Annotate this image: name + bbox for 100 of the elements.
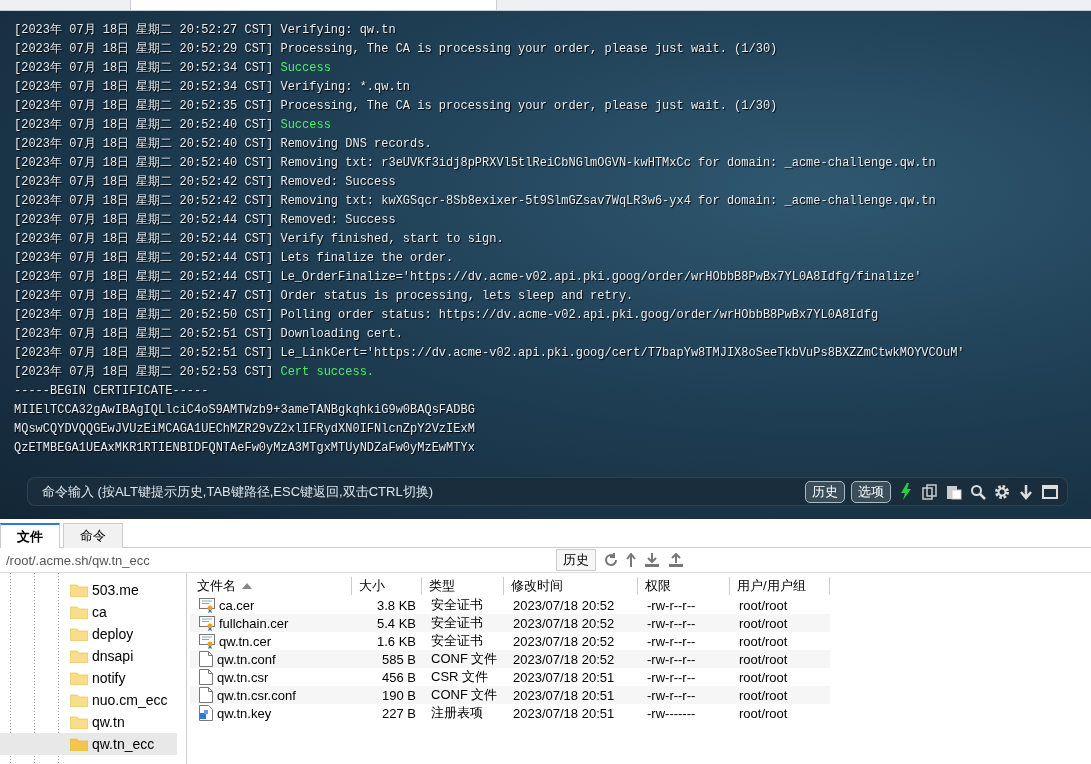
log-line: [2023年 07月 18日 星期二 20:52:34 CST] Success [14, 60, 332, 77]
log-line: [2023年 07月 18日 星期二 20:52:27 CST] Verifying: qw.tn [14, 22, 397, 39]
table-cell-text: -rw-r--r-- [646, 615, 697, 631]
table-cell-text: 2023/07/18 20:51 [512, 669, 616, 685]
table-cell-text: CSR 文件 [430, 668, 490, 686]
tree-item[interactable]: ca [0, 601, 177, 623]
log-line: [2023年 07月 18日 星期二 20:52:44 CST] Lets finalize the order. [14, 250, 455, 267]
table-cell-text: root/root [738, 669, 789, 685]
log-line: [2023年 07月 18日 星期二 20:52:44 CST] Removed: Success [14, 212, 397, 229]
folder-icon [70, 737, 88, 751]
table-cell-text: 2023/07/18 20:51 [512, 687, 616, 703]
tree-item[interactable]: 503.me [0, 579, 177, 601]
table-cell-text: CONF 文件 [430, 686, 499, 704]
tree-item[interactable]: qw.tn_ecc [0, 733, 177, 755]
table-cell-text: -rw-r--r-- [646, 597, 697, 613]
column-header[interactable]: 类型 [422, 577, 504, 595]
tree-item[interactable]: dnsapi [0, 645, 177, 667]
table-cell-text: 1.6 KB [375, 633, 417, 649]
panel-tab[interactable]: 命令 [63, 523, 123, 548]
table-cell: qw.tn.csr.conf [217, 687, 296, 703]
file-row[interactable]: qw.tn.csr.conf 190 B CONF 文件 2023/07/18 20:51 -rw-r--r-- root/root [190, 686, 830, 704]
table-cell-text: -rw-r--r-- [646, 669, 697, 685]
table-cell-text: 2023/07/18 20:52 [512, 615, 616, 631]
log-line: [2023年 07月 18日 星期二 20:52:29 CST] Processing, The CA is processing your order, please just wait. (1/30) [14, 41, 779, 58]
table-cell: fullchain.cer [219, 615, 289, 631]
log-line: [2023年 07月 18日 星期二 20:52:34 CST] Verifying: *.qw.tn [14, 79, 412, 96]
table-cell-text: root/root [738, 705, 789, 721]
folder-icon [70, 605, 88, 619]
certificate-line: QzETMBEGA1UEAxMKR1RTIENBIDFQNTAeFw0yMzA3MTgxMTUyNDZaFw0yMzEwMTYx [14, 440, 476, 457]
table-cell: qw.tn.conf [217, 651, 276, 667]
log-line: [2023年 07月 18日 星期二 20:52:44 CST] Verify finished, start to sign. [14, 231, 505, 248]
table-cell-text: root/root [738, 615, 789, 631]
table-cell: qw.tn.key [217, 705, 272, 721]
column-header[interactable]: 用户/用户组 [730, 577, 830, 595]
file-row[interactable]: qw.tn.cer 1.6 KB 安全证书 2023/07/18 20:52 -rw-r--r-- root/root [190, 632, 830, 650]
sort-ascending-icon [242, 583, 252, 589]
log-line: [2023年 07月 18日 星期二 20:52:42 CST] Removing txt: kwXGSqcr-8Sb8exixer-5t9SlmGZsav7WqLR3w6-yx4 for domain: _acme-challenge.qw.tn [14, 193, 937, 210]
file-row[interactable]: qw.tn.conf 585 B CONF 文件 2023/07/18 20:52 -rw-r--r-- root/root [190, 650, 830, 668]
folder-icon [70, 693, 88, 707]
tree-item[interactable]: deploy [0, 623, 177, 645]
upload-icon[interactable] [668, 553, 684, 567]
log-line: [2023年 07月 18日 星期二 20:52:51 CST] Downloading cert. [14, 326, 404, 343]
history-button[interactable]: 历史 [556, 549, 596, 571]
column-header[interactable]: 大小 [352, 577, 422, 595]
download-icon[interactable] [644, 553, 660, 567]
file-row[interactable]: ca.cer 3.8 KB 安全证书 2023/07/18 20:52 -rw-r--r-- root/root [190, 596, 830, 614]
table-cell-text: 227 B [381, 705, 417, 721]
folder-icon [70, 627, 88, 641]
column-header[interactable]: 权限 [638, 577, 730, 595]
table-cell-text: 190 B [381, 687, 417, 703]
certificate-line: MIIElTCCA32gAwIBAgIQLlciC4oS9AMTWzb9+3ameTANBgkqhkiG9w0BAQsFADBG [14, 402, 476, 419]
table-cell-text: 5.4 KB [375, 615, 417, 631]
table-cell-text: 安全证书 [430, 614, 484, 632]
column-header[interactable]: 修改时间 [504, 577, 638, 595]
table-cell-text: -rw-r--r-- [646, 633, 697, 649]
file-icon [199, 669, 213, 685]
folder-icon [70, 583, 88, 597]
table-cell-text: 2023/07/18 20:52 [512, 633, 616, 649]
log-line: [2023年 07月 18日 星期二 20:52:50 CST] Polling order status: https://dv.acme-v02.api.pki.goog/order/wrHObbB8PwBx7YL0A8Idfg [14, 307, 880, 324]
table-cell-text: 2023/07/18 20:52 [512, 597, 616, 613]
file-row[interactable]: fullchain.cer 5.4 KB 安全证书 2023/07/18 20:52 -rw-r--r-- root/root [190, 614, 830, 632]
table-cell-text: root/root [738, 633, 789, 649]
refresh-icon[interactable] [604, 553, 618, 567]
log-line: [2023年 07月 18日 星期二 20:52:42 CST] Removed: Success [14, 174, 397, 191]
registry-file-icon [199, 705, 213, 721]
folder-icon [70, 671, 88, 685]
tree-item[interactable]: nuo.cm_ecc [0, 689, 177, 711]
log-line: [2023年 07月 18日 星期二 20:52:44 CST] Le_OrderFinalize='https://dv.acme-v02.api.pki.goog/order/wrHObbB8PwBx7YL0A8Idfg/finalize' [14, 269, 923, 286]
tree-item[interactable]: notify [0, 667, 177, 689]
table-cell-text: root/root [738, 651, 789, 667]
table-cell-text: -rw-r--r-- [646, 687, 697, 703]
table-cell-text: 注册表项 [430, 704, 484, 722]
log-line: [2023年 07月 18日 星期二 20:52:40 CST] Removing txt: r3eUVKf3idj8pPRXVl5tlReiCbNGlmOGVN-kwHTMxCc for domain: _acme-challenge.qw.tn [14, 155, 937, 172]
panel-tab[interactable]: 文件 [0, 523, 60, 548]
tree-item[interactable]: qw.tn [0, 711, 177, 733]
file-row[interactable]: qw.tn.csr 456 B CSR 文件 2023/07/18 20:51 -rw-r--r-- root/root [190, 668, 830, 686]
column-header[interactable]: 文件名 [190, 577, 352, 595]
certificate-line: MQswCQYDVQQGEwJVUzEiMCAGA1UEChMZR29vZ2xlIFRydXN0IFNlcnZpY2VzIExM [14, 421, 476, 438]
table-cell-text: 安全证书 [430, 596, 484, 614]
log-line: [2023年 07月 18日 星期二 20:52:47 CST] Order status is processing, lets sleep and retry. [14, 288, 635, 305]
table-cell-text: root/root [738, 687, 789, 703]
table-cell-text: 3.8 KB [375, 597, 417, 613]
log-line: [2023年 07月 18日 星期二 20:52:51 CST] Le_LinkCert='https://dv.acme-v02.api.pki.goog/cert/T7bapYw8TMJIX8oSeeTkbVuPs8BXZZmCtwkMOYVCOuM' [14, 345, 966, 362]
table-cell-text: root/root [738, 597, 789, 613]
table-cell-text: 456 B [381, 669, 417, 685]
certificate-line: -----BEGIN CERTIFICATE----- [14, 383, 210, 400]
log-line: [2023年 07月 18日 星期二 20:52:53 CST] Cert success. [14, 364, 376, 381]
certificate-icon [199, 597, 215, 613]
file-icon [199, 651, 213, 667]
table-cell-text: -rw-r--r-- [646, 651, 697, 667]
folder-icon [70, 649, 88, 663]
certificate-icon [199, 615, 215, 631]
log-line: [2023年 07月 18日 星期二 20:52:40 CST] Success [14, 117, 332, 134]
table-cell-text: 2023/07/18 20:51 [512, 705, 616, 721]
folder-icon [70, 715, 88, 729]
table-cell: qw.tn.csr [217, 669, 269, 685]
file-icon [199, 687, 213, 703]
up-arrow-icon[interactable] [626, 553, 636, 567]
table-cell-text: 585 B [381, 651, 417, 667]
file-row[interactable]: qw.tn.key 227 B 注册表项 2023/07/18 20:51 -rw------- root/root [190, 704, 830, 722]
